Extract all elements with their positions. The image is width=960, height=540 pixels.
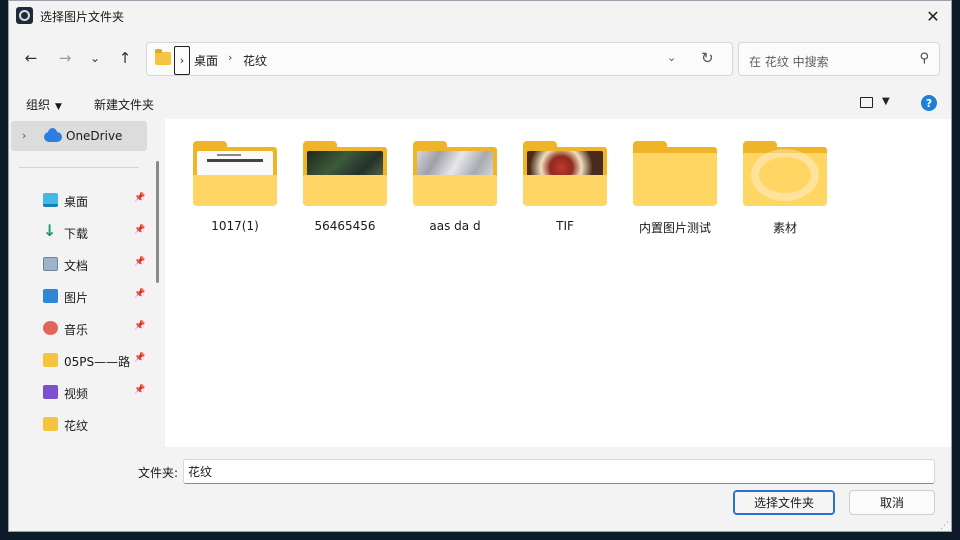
pin-icon: 📌	[134, 289, 146, 299]
folder-name: 内置图片测试	[638, 221, 711, 235]
sidebar-item-desktop[interactable]: 桌面 📌	[9, 188, 149, 212]
select-folder-button[interactable]: 选择文件夹	[733, 490, 835, 515]
sidebar-item-onedrive[interactable]: › OneDrive	[11, 121, 147, 151]
new-folder-button[interactable]: 新建文件夹	[94, 96, 154, 113]
pin-icon: 📌	[134, 321, 146, 331]
folder-name: TIF	[556, 219, 574, 233]
sidebar-item-05ps[interactable]: 05PS——路 📌	[9, 348, 149, 372]
folder-picker-dialog: 选择图片文件夹 ✕ ← → ⌄ ↑ › 桌面 › 花纹 ⌄ ↻ 在 花纹 中搜索…	[8, 0, 952, 532]
folder-tile[interactable]: 素材	[735, 137, 835, 247]
sidebar-item-label: 05PS——路	[64, 355, 131, 369]
folder-field-label: 文件夹:	[138, 466, 179, 480]
folder-icon	[193, 141, 277, 207]
desktop-icon	[43, 193, 58, 207]
pictures-icon	[43, 289, 58, 303]
folder-name: 56465456	[314, 219, 376, 233]
folder-name-input[interactable]	[183, 459, 935, 484]
title-bar: 选择图片文件夹 ✕	[9, 1, 951, 31]
caret-down-icon: ▼	[55, 102, 62, 112]
address-dropdown-button[interactable]: ⌄	[667, 51, 676, 64]
music-icon	[43, 321, 58, 335]
folder-tile[interactable]: TIF	[515, 137, 615, 247]
video-icon	[43, 385, 58, 399]
document-icon	[43, 257, 58, 271]
pin-icon: 📌	[134, 193, 146, 203]
folder-icon	[633, 141, 717, 207]
breadcrumb-chevron-icon[interactable]: ›	[228, 51, 232, 64]
folder-tile[interactable]: 56465456	[295, 137, 395, 247]
folder-icon	[43, 353, 58, 367]
command-toolbar: 组织 ▼ 新建文件夹 ▼ ?	[9, 89, 951, 117]
sidebar-item-music[interactable]: 音乐 📌	[9, 316, 149, 340]
resize-grip-icon[interactable]: ⋰	[940, 521, 949, 531]
close-button[interactable]: ✕	[915, 1, 951, 31]
folder-name: 素材	[772, 221, 797, 235]
sidebar-item-label: 文档	[64, 259, 89, 273]
search-icon[interactable]: ⚲	[919, 51, 929, 66]
folder-name: aas da d	[429, 219, 481, 233]
forward-button[interactable]: →	[53, 47, 77, 69]
window-title: 选择图片文件夹	[40, 10, 125, 24]
folder-icon	[743, 141, 827, 207]
dialog-footer: 文件夹: 选择文件夹 取消 ⋰	[9, 447, 951, 531]
folder-tile[interactable]: 1017(1)	[185, 137, 285, 247]
folder-icon	[413, 141, 497, 207]
app-camera-icon	[16, 7, 33, 24]
sidebar-item-downloads[interactable]: 下载 📌	[9, 220, 149, 244]
sidebar-item-label: 桌面	[64, 195, 89, 209]
breadcrumb-current[interactable]: 花纹	[243, 52, 267, 69]
folder-view: 1017(1) 56465456 aas da d TIF 内置图片测试 素材	[165, 119, 951, 447]
sidebar-item-pictures[interactable]: 图片 📌	[9, 284, 149, 308]
pin-icon: 📌	[134, 385, 146, 395]
sidebar-item-huawen[interactable]: 花纹	[9, 412, 149, 436]
refresh-button[interactable]: ↻	[701, 49, 714, 67]
cloud-icon	[44, 128, 62, 142]
organize-label: 组织	[26, 98, 51, 112]
folder-icon	[523, 141, 607, 207]
download-icon	[43, 221, 58, 240]
sidebar-item-label: 下载	[64, 227, 89, 241]
folder-tile[interactable]: aas da d	[405, 137, 505, 247]
back-button[interactable]: ←	[19, 47, 43, 69]
view-icon[interactable]	[860, 97, 873, 108]
folder-icon	[155, 49, 171, 65]
up-button[interactable]: ↑	[113, 47, 137, 69]
folder-icon	[303, 141, 387, 207]
navigation-bar: ← → ⌄ ↑ › 桌面 › 花纹 ⌄ ↻ 在 花纹 中搜索 ⚲	[9, 39, 951, 79]
sidebar-divider	[19, 167, 139, 168]
sidebar-item-label: 图片	[64, 291, 89, 305]
sidebar-item-label: 视频	[64, 387, 89, 401]
pin-icon: 📌	[134, 225, 146, 235]
breadcrumb-desktop[interactable]: 桌面	[194, 52, 218, 69]
sidebar-item-label: 音乐	[64, 323, 89, 337]
help-icon[interactable]: ?	[921, 95, 937, 111]
breadcrumb-root-chevron[interactable]: ›	[174, 46, 190, 75]
sidebar-item-label: 花纹	[64, 419, 89, 433]
sidebar-item-documents[interactable]: 文档 📌	[9, 252, 149, 276]
sidebar-scrollbar[interactable]	[156, 161, 159, 283]
chevron-right-icon[interactable]: ›	[22, 129, 26, 142]
folder-name: 1017(1)	[211, 219, 259, 233]
sidebar-item-label: OneDrive	[66, 129, 123, 143]
recent-locations-button[interactable]: ⌄	[83, 47, 107, 69]
pin-icon: 📌	[134, 353, 146, 363]
navigation-pane: › OneDrive 桌面 📌 下载 📌 文档 📌 图片 📌 音乐	[9, 119, 158, 447]
sidebar-item-videos[interactable]: 视频 📌	[9, 380, 149, 404]
organize-menu-button[interactable]: 组织 ▼	[26, 96, 62, 113]
address-bar[interactable]: › 桌面 › 花纹 ⌄ ↻	[146, 42, 733, 76]
folder-tile[interactable]: 内置图片测试	[625, 137, 725, 247]
search-box[interactable]: 在 花纹 中搜索 ⚲	[738, 42, 940, 76]
pin-icon: 📌	[134, 257, 146, 267]
search-input[interactable]: 在 花纹 中搜索	[749, 53, 829, 70]
folder-icon	[43, 417, 58, 431]
view-options-caret[interactable]: ▼	[882, 96, 890, 107]
cancel-button[interactable]: 取消	[849, 490, 935, 515]
